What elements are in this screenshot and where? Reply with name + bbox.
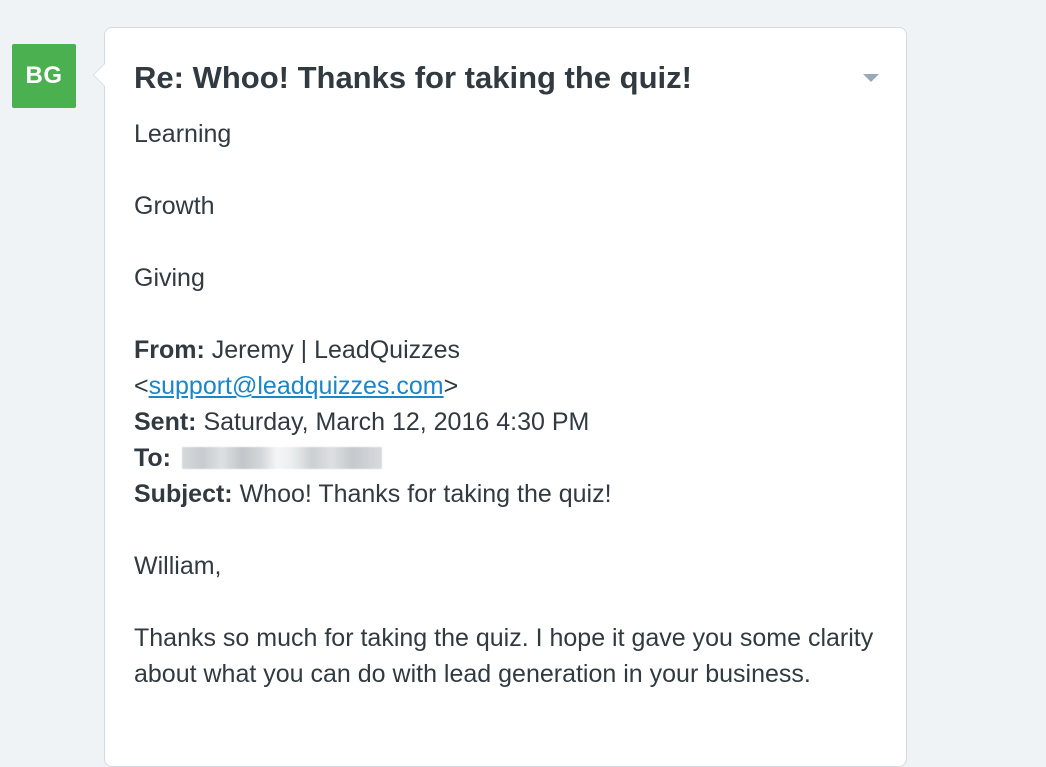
sent-label: Sent:: [134, 408, 197, 436]
greeting: William,: [134, 552, 222, 580]
quoted-header: From: Jeremy | LeadQuizzes <support@lead…: [134, 332, 874, 512]
quoted-sent: Sent: Saturday, March 12, 2016 4:30 PM: [134, 404, 874, 440]
body-line: Learning: [134, 120, 232, 148]
quoted-to: To:: [134, 440, 874, 476]
redacted-recipient: [181, 447, 382, 469]
card-pointer: [93, 63, 105, 87]
message-subject: Re: Whoo! Thanks for taking the quiz!: [134, 60, 692, 95]
subject-value: Whoo! Thanks for taking the quiz!: [239, 480, 612, 508]
avatar[interactable]: BG: [12, 44, 76, 108]
quoted-subject: Subject: Whoo! Thanks for taking the qui…: [134, 476, 874, 512]
body-paragraph: Thanks so much for taking the quiz. I ho…: [134, 624, 874, 688]
body-line: Growth: [134, 192, 215, 220]
from-label: From:: [134, 336, 205, 364]
body-line: Giving: [134, 264, 205, 292]
chevron-down-icon[interactable]: [863, 74, 879, 82]
from-email-link[interactable]: support@leadquizzes.com: [149, 372, 444, 400]
message-body: Learning Growth Giving From: Jeremy | Le…: [134, 116, 874, 692]
message-card: Re: Whoo! Thanks for taking the quiz! Le…: [93, 27, 907, 767]
from-name: Jeremy | LeadQuizzes: [211, 336, 461, 364]
to-label: To:: [134, 444, 172, 472]
sent-value: Saturday, March 12, 2016 4:30 PM: [203, 408, 590, 436]
quoted-from: From: Jeremy | LeadQuizzes <support@lead…: [134, 336, 461, 400]
subject-label: Subject:: [134, 480, 233, 508]
